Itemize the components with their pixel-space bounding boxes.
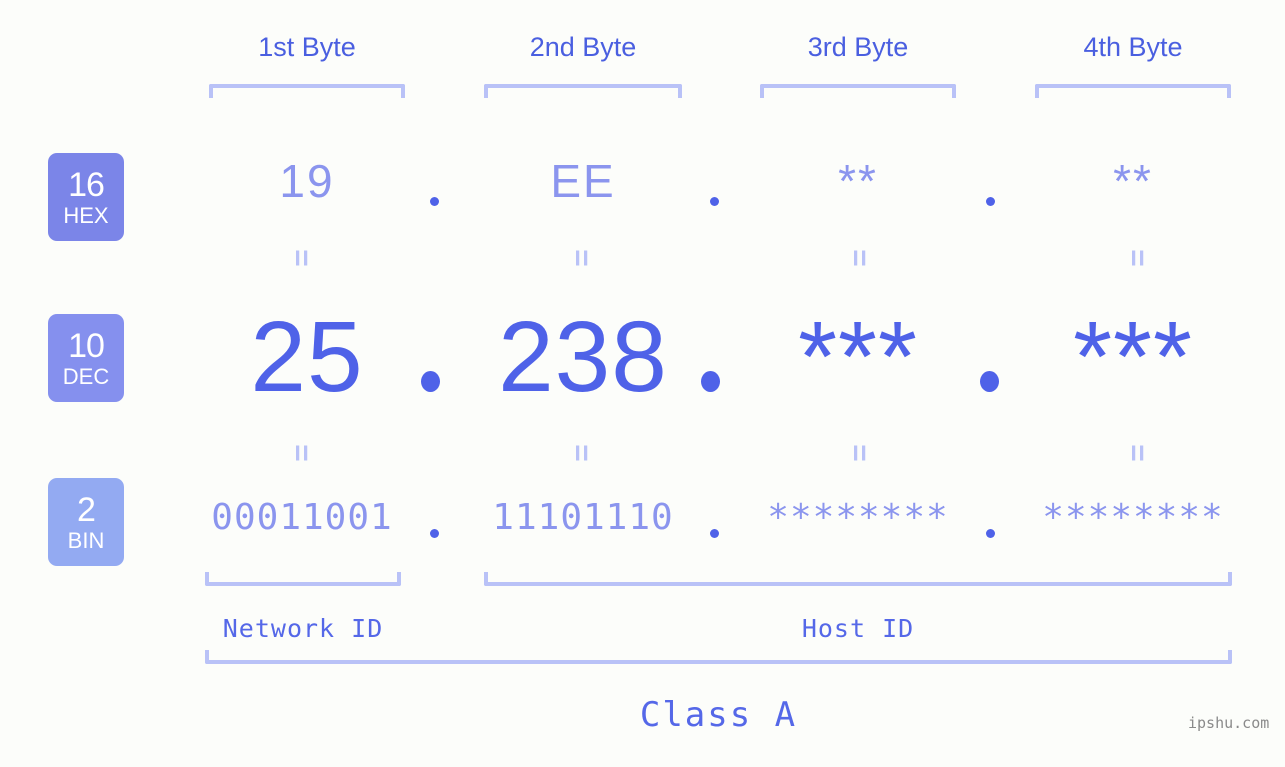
base-badge-bin-abbr: BIN [67,527,105,553]
byte-header-label-2: 2nd Byte [529,32,637,62]
byte-header-label-1: 1st Byte [258,32,356,62]
equals-sign-dec-bin-2: = [565,444,598,462]
byte-header-label-3: 3rd Byte [807,32,909,62]
host-id-label: Host ID [801,614,915,643]
equals-sign-hex-dec-1: = [285,249,318,267]
hex-separator-dot-1 [430,197,439,206]
network-id-label: Network ID [222,614,384,643]
bin-separator-dot-3 [986,529,995,538]
base-badge-dec-abbr: DEC [62,363,110,389]
bin-octet-4: ******** [1042,497,1224,538]
byte-header-label-4: 4th Byte [1083,32,1183,62]
network-id-bracket [205,572,401,586]
base-badge-bin-number: 2 [77,490,96,529]
dec-separator-dot-1 [421,371,440,392]
bin-octet-2: 11101110 [492,497,674,538]
equals-sign-hex-dec-2: = [565,249,598,267]
equals-sign-dec-bin-3: = [843,444,876,462]
base-badge-dec-number: 10 [68,326,105,365]
class-label: Class A [639,695,798,735]
base-badge-dec: 10 DEC [48,314,124,402]
byte-bracket-2 [484,84,682,98]
watermark: ipshu.com [1188,714,1270,732]
byte-bracket-3 [760,84,956,98]
base-badge-bin: 2 BIN [48,478,124,566]
bin-separator-dot-2 [710,529,719,538]
bin-octet-3: ******** [767,497,949,538]
byte-bracket-4 [1035,84,1231,98]
dec-octet-4: *** [1073,301,1193,413]
equals-sign-dec-bin-1: = [285,444,318,462]
hex-octet-1: 19 [279,155,335,207]
hex-separator-dot-2 [710,197,719,206]
dec-octet-2: 238 [498,301,668,413]
byte-bracket-1 [209,84,405,98]
equals-sign-hex-dec-3: = [843,249,876,267]
dec-octet-1: 25 [250,301,364,413]
class-bracket [205,650,1232,664]
host-id-bracket [484,572,1232,586]
hex-octet-2: EE [550,155,616,207]
bin-separator-dot-1 [430,529,439,538]
hex-separator-dot-3 [986,197,995,206]
equals-sign-dec-bin-4: = [1121,444,1154,462]
dec-separator-dot-3 [980,371,999,392]
base-badge-hex-abbr: HEX [63,202,109,228]
bin-octet-1: 00011001 [211,497,393,538]
equals-sign-hex-dec-4: = [1121,249,1154,267]
hex-octet-3: ** [838,155,878,207]
hex-octet-4: ** [1113,155,1153,207]
dec-separator-dot-2 [701,371,720,392]
ip-byte-breakdown-diagram: 1st Byte 2nd Byte 3rd Byte 4th Byte 16 H… [0,0,1285,767]
base-badge-hex-number: 16 [68,165,105,204]
base-badge-hex: 16 HEX [48,153,124,241]
dec-octet-3: *** [798,301,918,413]
